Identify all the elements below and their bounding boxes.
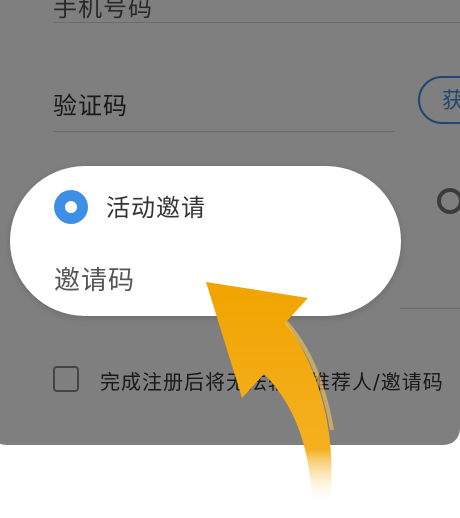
invite-code-label: 邀请码 <box>54 266 136 296</box>
radio-selected-icon[interactable] <box>54 190 88 224</box>
activity-invite-option[interactable]: 活动邀请 <box>106 188 206 223</box>
curved-arrow-icon <box>206 282 334 505</box>
